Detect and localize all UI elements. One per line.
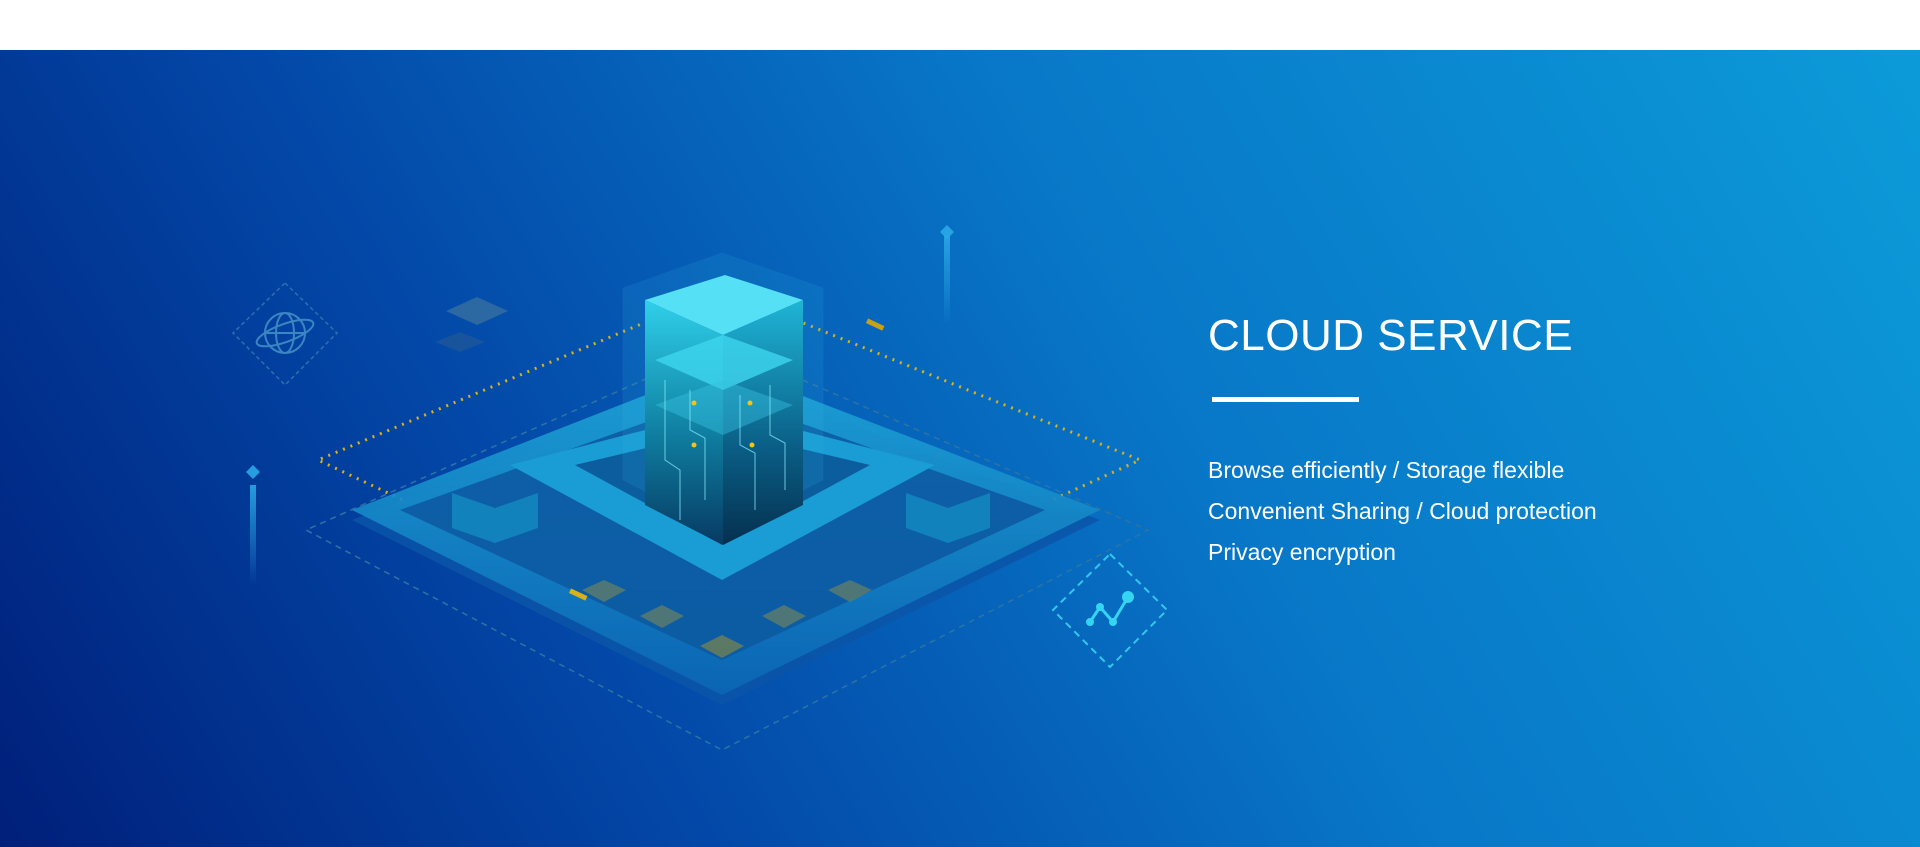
- cloud-service-banner: CLOUD SERVICE Browse efficiently / Stora…: [0, 50, 1920, 847]
- title-underline: [1212, 397, 1359, 402]
- globe-icon: [231, 281, 339, 387]
- feature-line: Browse efficiently / Storage flexible: [1208, 457, 1565, 483]
- top-bar: [0, 0, 1920, 50]
- isometric-server-illustration: [231, 225, 1169, 751]
- banner-copy: CLOUD SERVICE Browse efficiently / Stora…: [1208, 310, 1597, 573]
- feature-line: Convenient Sharing / Cloud protection: [1208, 498, 1597, 524]
- feature-line: Privacy encryption: [1208, 539, 1396, 565]
- banner-title: CLOUD SERVICE: [1208, 311, 1574, 360]
- feature-list: Browse efficiently / Storage flexible Co…: [1208, 450, 1597, 573]
